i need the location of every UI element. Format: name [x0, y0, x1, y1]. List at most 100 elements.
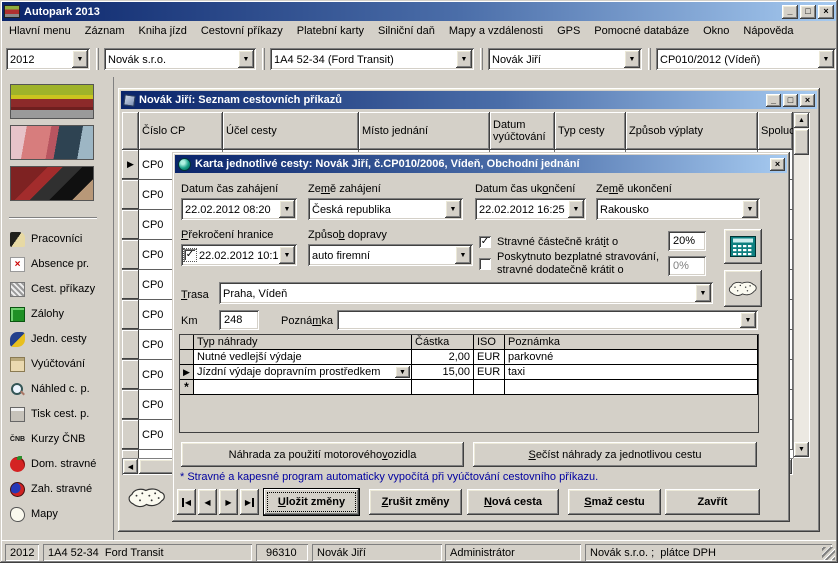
- note-combobox[interactable]: ▼: [337, 310, 758, 330]
- menu-zaznam[interactable]: Záznam: [78, 22, 132, 40]
- end-datetime-combobox[interactable]: 22.02.2012 16:25 ▼: [475, 198, 586, 220]
- save-changes-button[interactable]: Uložit změny: [264, 489, 359, 515]
- close-button[interactable]: ×: [800, 94, 815, 107]
- scroll-left-icon[interactable]: ◀: [123, 459, 138, 474]
- column-header-cislo-cp[interactable]: Číslo CP: [139, 112, 223, 150]
- column-header-spolucestujici[interactable]: Spoluc: [758, 112, 793, 150]
- chevron-down-icon[interactable]: ▼: [72, 50, 88, 68]
- menu-silnicni-dan[interactable]: Silniční daň: [371, 22, 442, 40]
- chevron-down-icon[interactable]: ▼: [740, 312, 756, 328]
- map-button[interactable]: [724, 270, 762, 307]
- menu-gps[interactable]: GPS: [550, 22, 587, 40]
- minimize-button[interactable]: _: [766, 94, 781, 107]
- vertical-scrollbar[interactable]: ▲ ▼: [793, 112, 810, 458]
- column-header-zpusob-vyplaty[interactable]: Způsob výplaty: [626, 112, 758, 150]
- chevron-down-icon[interactable]: ▼: [455, 246, 471, 264]
- end-datetime-label: Datum čas ukončení: [475, 183, 575, 195]
- restore-button[interactable]: □: [800, 5, 816, 19]
- chevron-down-icon[interactable]: ▼: [279, 246, 295, 264]
- free-meals-percent-input[interactable]: 0%: [668, 256, 706, 276]
- sidebar-item-pracovnici[interactable]: Pracovníci: [10, 228, 82, 250]
- menu-okno[interactable]: Okno: [696, 22, 736, 40]
- year-combobox[interactable]: 2012 ▼: [6, 48, 90, 70]
- chevron-down-icon[interactable]: ▼: [742, 200, 758, 218]
- menu-platebni-karty[interactable]: Platební karty: [290, 22, 371, 40]
- statusbar: 2012 1A4 52-34 Ford Transit 96310 Novák …: [2, 540, 836, 561]
- menu-pomocne-databaze[interactable]: Pomocné databáze: [587, 22, 696, 40]
- chevron-down-icon[interactable]: ▼: [395, 366, 410, 378]
- column-header-datum-vyuctovani[interactable]: Datum vyúčtování: [490, 112, 555, 150]
- nav-next-button[interactable]: ▶: [219, 489, 238, 515]
- driver-combobox[interactable]: Novák Jiří ▼: [488, 48, 642, 70]
- scrollbar-thumb[interactable]: [794, 129, 809, 155]
- maximize-button[interactable]: □: [783, 94, 798, 107]
- company-combobox[interactable]: Novák s.r.o. ▼: [104, 48, 256, 70]
- sidebar-item-absence[interactable]: × Absence pr.: [10, 253, 89, 275]
- menu-cestovni-prikazy[interactable]: Cestovní příkazy: [194, 22, 290, 40]
- end-country-combobox[interactable]: Rakousko ▼: [596, 198, 760, 220]
- sum-reimbursements-button[interactable]: Sečíst náhrady za jednotlivou cestu: [473, 442, 757, 467]
- meal-reduce-percent-input[interactable]: 20%: [668, 231, 706, 251]
- chevron-down-icon[interactable]: ▼: [818, 50, 834, 68]
- map-icon: [10, 507, 25, 522]
- transport-combobox[interactable]: auto firemní ▼: [308, 244, 473, 266]
- sidebar-item-kurzy-cnb[interactable]: ČNB Kurzy ČNB: [10, 428, 85, 450]
- resize-grip[interactable]: [822, 547, 835, 560]
- sidebar-item-tisk[interactable]: Tisk cest. p.: [10, 403, 89, 425]
- new-trip-button[interactable]: Nová cesta: [467, 489, 559, 515]
- calculator-button[interactable]: [724, 229, 762, 264]
- meal-reduce-checkbox[interactable]: ✓: [479, 236, 491, 248]
- column-header-ucel-cesty[interactable]: Účel cesty: [223, 112, 359, 150]
- border-cross-checkbox[interactable]: ✓: [184, 249, 196, 261]
- sidebar-item-jedn-cesty[interactable]: Jedn. cesty: [10, 328, 87, 350]
- sidebar-item-zalohy[interactable]: Zálohy: [10, 303, 64, 325]
- grid-row[interactable]: Nutné vedlejší výdaje 2,00 EUR parkovné: [180, 350, 758, 365]
- close-dialog-button[interactable]: Zavřít: [665, 489, 760, 515]
- route-combobox[interactable]: Praha, Vídeň ▼: [219, 282, 713, 304]
- chevron-down-icon[interactable]: ▼: [568, 200, 584, 218]
- start-datetime-combobox[interactable]: 22.02.2012 08:20 ▼: [181, 198, 297, 220]
- nav-last-button[interactable]: ▶: [240, 489, 259, 515]
- menu-mapy-a-vzdalenosti[interactable]: Mapy a vzdálenosti: [442, 22, 550, 40]
- chevron-down-icon[interactable]: ▼: [456, 50, 472, 68]
- chevron-down-icon[interactable]: ▼: [445, 200, 461, 218]
- sidebar-item-vyuctovani[interactable]: Vyúčtování: [10, 353, 85, 375]
- border-cross-combobox[interactable]: ✓ 22.02.2012 10:15 ▼: [181, 244, 297, 266]
- chevron-down-icon[interactable]: ▼: [624, 50, 640, 68]
- vehicle-combobox[interactable]: 1A4 52-34 (Ford Transit) ▼: [270, 48, 474, 70]
- sidebar-item-dom-stravne[interactable]: Dom. stravné: [10, 453, 96, 475]
- minimize-button[interactable]: _: [782, 5, 798, 19]
- grid-row-current[interactable]: ▶ Jízdní výdaje dopravním prostředkem ▼ …: [180, 365, 758, 380]
- sidebar-item-nahled[interactable]: Náhled c. p.: [10, 378, 90, 400]
- chevron-down-icon[interactable]: ▼: [279, 200, 295, 218]
- free-meals-label: Poskytnuto bezplatné stravování, stravné…: [497, 251, 659, 277]
- close-icon[interactable]: ×: [770, 158, 785, 171]
- start-country-combobox[interactable]: Česká republika ▼: [308, 198, 463, 220]
- grid-new-row[interactable]: *: [180, 380, 758, 395]
- chevron-down-icon[interactable]: ▼: [695, 284, 711, 302]
- trip-card-dialog: Karta jednotlivé cesty: Novák Jiří, č.CP…: [172, 152, 790, 522]
- travel-order-combobox[interactable]: CP010/2012 (Vídeň) ▼: [656, 48, 836, 70]
- grid-header-typ: Typ náhrady: [194, 335, 412, 349]
- menu-kniha-jizd[interactable]: Kniha jízd: [132, 22, 194, 40]
- scroll-down-icon[interactable]: ▼: [794, 442, 809, 457]
- menu-napoveda[interactable]: Nápověda: [736, 22, 800, 40]
- nav-first-button[interactable]: ◀: [177, 489, 196, 515]
- dialog-title: Karta jednotlivé cesty: Novák Jiří, č.CP…: [195, 158, 580, 170]
- column-header-misto-jednani[interactable]: Místo jednání: [359, 112, 490, 150]
- chevron-down-icon[interactable]: ▼: [238, 50, 254, 68]
- free-meals-checkbox[interactable]: [479, 258, 491, 270]
- sidebar-item-mapy[interactable]: Mapy: [10, 503, 58, 525]
- cancel-changes-button[interactable]: Zrušit změny: [369, 489, 462, 515]
- sidebar-item-zah-stravne[interactable]: Zah. stravné: [10, 478, 92, 500]
- scroll-up-icon[interactable]: ▲: [794, 113, 809, 128]
- km-input[interactable]: 248: [219, 310, 259, 330]
- sidebar-item-cest-prikazy[interactable]: Cest. příkazy: [10, 278, 95, 300]
- globe-meal-icon: [10, 482, 25, 497]
- nav-prev-button[interactable]: ◀: [198, 489, 217, 515]
- close-button[interactable]: ×: [818, 5, 834, 19]
- vehicle-reimbursement-button[interactable]: Náhrada za použití motorového vozidla: [181, 442, 464, 467]
- menu-hlavni-menu[interactable]: Hlavní menu: [2, 22, 78, 40]
- column-header-typ-cesty[interactable]: Typ cesty: [555, 112, 626, 150]
- delete-trip-button[interactable]: Smaž cestu: [568, 489, 661, 515]
